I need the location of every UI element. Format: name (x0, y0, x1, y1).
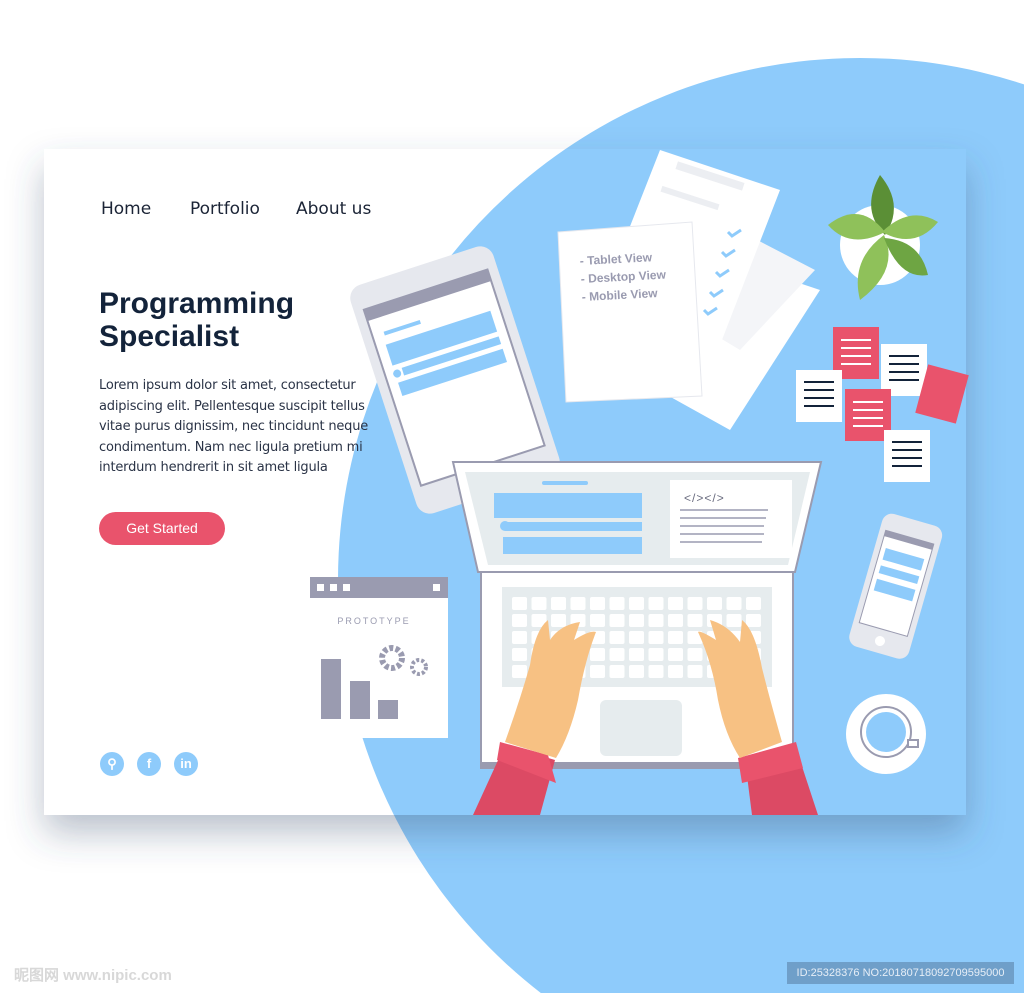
keyboard-key (687, 597, 703, 610)
keyboard-key (668, 648, 683, 661)
get-started-button[interactable]: Get Started (99, 512, 225, 545)
keyboard-key (590, 597, 605, 610)
keyboard-key (629, 648, 644, 661)
keyboard-key (687, 614, 703, 627)
keyboard-key (629, 665, 644, 678)
keyboard-key (512, 614, 527, 627)
keyboard-key (512, 631, 527, 644)
code-tag-text: </></> (684, 491, 725, 505)
keyboard-key (687, 665, 703, 678)
prototype-window: PROTOTYPE (310, 577, 448, 738)
nav-about-us[interactable]: About us (296, 199, 371, 219)
nav-portfolio[interactable]: Portfolio (190, 199, 260, 219)
keyboard-key (609, 631, 625, 644)
keyboard-key (726, 597, 742, 610)
keyboard-key (551, 597, 566, 610)
keyboard-key (531, 597, 547, 610)
keyboard-key (668, 631, 683, 644)
hero-illustration: - Tablet View - Desktop View - Mobile Vi… (44, 57, 1024, 993)
keyboard-key (707, 597, 722, 610)
keyboard-key (590, 648, 605, 661)
keyboard-key (668, 597, 683, 610)
keyboard-key (648, 665, 664, 678)
keyboard-key (648, 648, 664, 661)
page-title: Programming Specialist (99, 287, 295, 353)
keyboard-key (512, 597, 527, 610)
watermark-left: 昵图网 www.nipic.com (14, 967, 172, 984)
keyboard-key (746, 614, 761, 627)
keyboard-key (512, 665, 527, 678)
keyboard-key (609, 648, 625, 661)
keyboard-key (668, 614, 683, 627)
prototype-label: PROTOTYPE (337, 616, 410, 626)
keyboard-key (609, 614, 625, 627)
linkedin-icon[interactable]: in (174, 752, 198, 776)
coffee-cup-illustration (846, 694, 926, 774)
keyboard-key (668, 665, 683, 678)
keyboard-key (648, 597, 664, 610)
watermark-right: ID:25328376 NO:20180718092709595000 (787, 962, 1014, 984)
keyboard-key (629, 597, 644, 610)
keyboard-key (746, 597, 761, 610)
nav-home[interactable]: Home (101, 199, 151, 219)
keyboard-key (687, 648, 703, 661)
keyboard-key (726, 614, 742, 627)
keyboard-key (629, 631, 644, 644)
keyboard-key (512, 648, 527, 661)
hero-description: Lorem ipsum dolor sit amet, consectetur … (99, 378, 369, 475)
keyboard-key (629, 614, 644, 627)
keyboard-key (590, 665, 605, 678)
keyboard-key (609, 597, 625, 610)
keyboard-key (570, 597, 586, 610)
keyboard-key (609, 665, 625, 678)
keyboard-key (590, 614, 605, 627)
keyboard-key (648, 614, 664, 627)
location-pin-icon[interactable]: ⚲ (100, 752, 124, 776)
keyboard-key (648, 631, 664, 644)
facebook-icon[interactable]: f (137, 752, 161, 776)
keyboard-key (551, 614, 566, 627)
